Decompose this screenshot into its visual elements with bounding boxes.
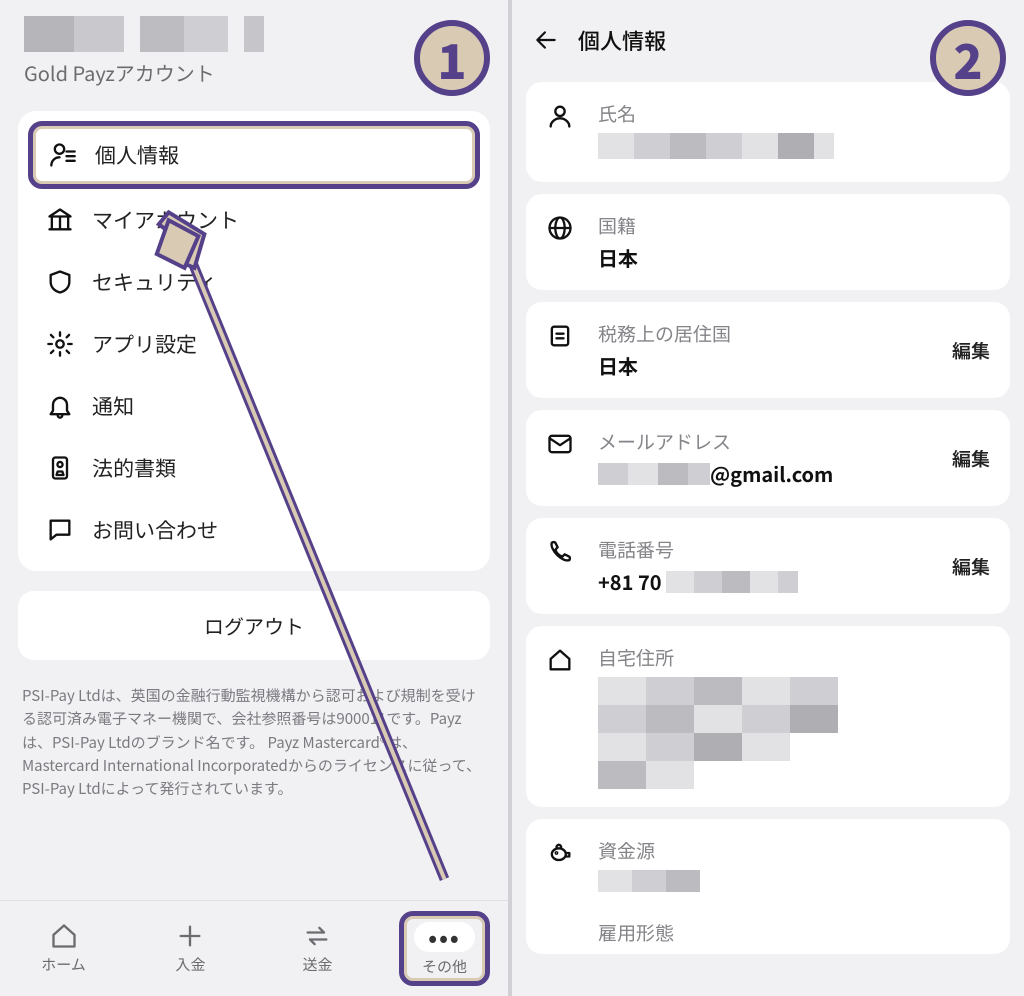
menu-label: お問い合わせ	[92, 515, 218, 545]
phone-icon	[546, 538, 574, 566]
menu-label: 法的書類	[92, 453, 176, 483]
gear-icon	[46, 330, 74, 358]
menu-legal-docs[interactable]: 法的書類	[28, 437, 480, 499]
home-icon	[50, 922, 78, 950]
back-icon[interactable]	[532, 27, 560, 53]
info-label: メールアドレス	[598, 428, 940, 455]
document-icon	[46, 454, 74, 482]
phone-redacted	[666, 571, 798, 593]
info-value: 日本	[598, 351, 940, 380]
nav-label: その他	[422, 956, 467, 977]
info-address: 自宅住所	[526, 626, 1010, 807]
info-list: 氏名	[512, 66, 1024, 954]
more-icon: •••	[414, 922, 474, 952]
nav-send[interactable]: 送金	[302, 922, 332, 975]
info-label: 氏名	[598, 100, 978, 127]
email-redacted	[598, 463, 710, 485]
info-nationality: 国籍 日本	[526, 194, 1010, 290]
piggy-icon	[546, 839, 574, 867]
info-label: 電話番号	[598, 536, 940, 563]
menu-label: 個人情報	[95, 140, 179, 170]
plus-icon	[176, 922, 204, 950]
info-value: @gmail.com	[598, 459, 940, 488]
menu-label: マイアカウント	[92, 205, 239, 235]
settings-menu: 個人情報 マイアカウント セキュリティ アプリ設定	[18, 111, 490, 571]
menu-personal-info[interactable]: 個人情報	[28, 121, 480, 189]
info-value: +81 70	[598, 567, 940, 596]
form-icon	[546, 322, 574, 350]
info-value-redacted	[598, 677, 858, 789]
step-badge-1: 1	[414, 20, 490, 96]
person-list-icon	[49, 141, 77, 169]
info-value: 日本	[598, 243, 978, 272]
step-badge-2: 2	[930, 20, 1006, 96]
bottom-nav: ホーム 入金 送金 ••• その他	[0, 900, 508, 996]
settings-panel: 1 Gold Payzアカウント 個人情報	[0, 0, 512, 996]
menu-label: 通知	[92, 391, 134, 421]
info-label: 税務上の居住国	[598, 320, 940, 347]
person-icon	[546, 102, 574, 130]
shield-icon	[46, 268, 74, 296]
phone-prefix: +81 70	[598, 567, 662, 596]
info-tax-country: 税務上の居住国 日本 編集	[526, 302, 1010, 398]
nav-deposit[interactable]: 入金	[175, 922, 205, 975]
logout-button[interactable]: ログアウト	[18, 591, 490, 660]
info-value-redacted	[598, 133, 834, 159]
nav-home[interactable]: ホーム	[41, 922, 86, 975]
info-label: 自宅住所	[598, 644, 978, 671]
menu-contact[interactable]: お問い合わせ	[28, 499, 480, 561]
edit-button[interactable]: 編集	[952, 445, 990, 472]
account-name-redacted	[24, 16, 264, 52]
nav-label: 送金	[302, 954, 332, 975]
menu-my-account[interactable]: マイアカウント	[28, 189, 480, 251]
nav-more[interactable]: ••• その他	[399, 911, 489, 986]
menu-app-settings[interactable]: アプリ設定	[28, 313, 480, 375]
info-label-employment: 雇用形態	[598, 919, 978, 946]
personal-info-panel: 2 個人情報 氏名	[512, 0, 1024, 996]
info-email: メールアドレス @gmail.com 編集	[526, 410, 1010, 506]
edit-button[interactable]: 編集	[952, 553, 990, 580]
info-label: 国籍	[598, 212, 978, 239]
home-icon	[546, 646, 574, 674]
globe-icon	[546, 214, 574, 242]
page-title: 個人情報	[578, 24, 666, 56]
bell-icon	[46, 392, 74, 420]
info-label: 資金源	[598, 837, 978, 864]
chat-icon	[46, 516, 74, 544]
info-value-redacted	[598, 870, 700, 892]
menu-label: セキュリティ	[92, 267, 217, 297]
info-funds: 資金源 雇用形態	[526, 819, 1010, 954]
transfer-icon	[303, 922, 331, 950]
menu-notifications[interactable]: 通知	[28, 375, 480, 437]
info-phone: 電話番号 +81 70 編集	[526, 518, 1010, 614]
info-name: 氏名	[526, 82, 1010, 182]
mail-icon	[546, 430, 574, 458]
nav-label: ホーム	[41, 954, 86, 975]
bank-icon	[46, 206, 74, 234]
nav-label: 入金	[175, 954, 205, 975]
edit-button[interactable]: 編集	[952, 337, 990, 364]
menu-security[interactable]: セキュリティ	[28, 251, 480, 313]
email-suffix: @gmail.com	[710, 459, 833, 488]
menu-label: アプリ設定	[92, 329, 197, 359]
